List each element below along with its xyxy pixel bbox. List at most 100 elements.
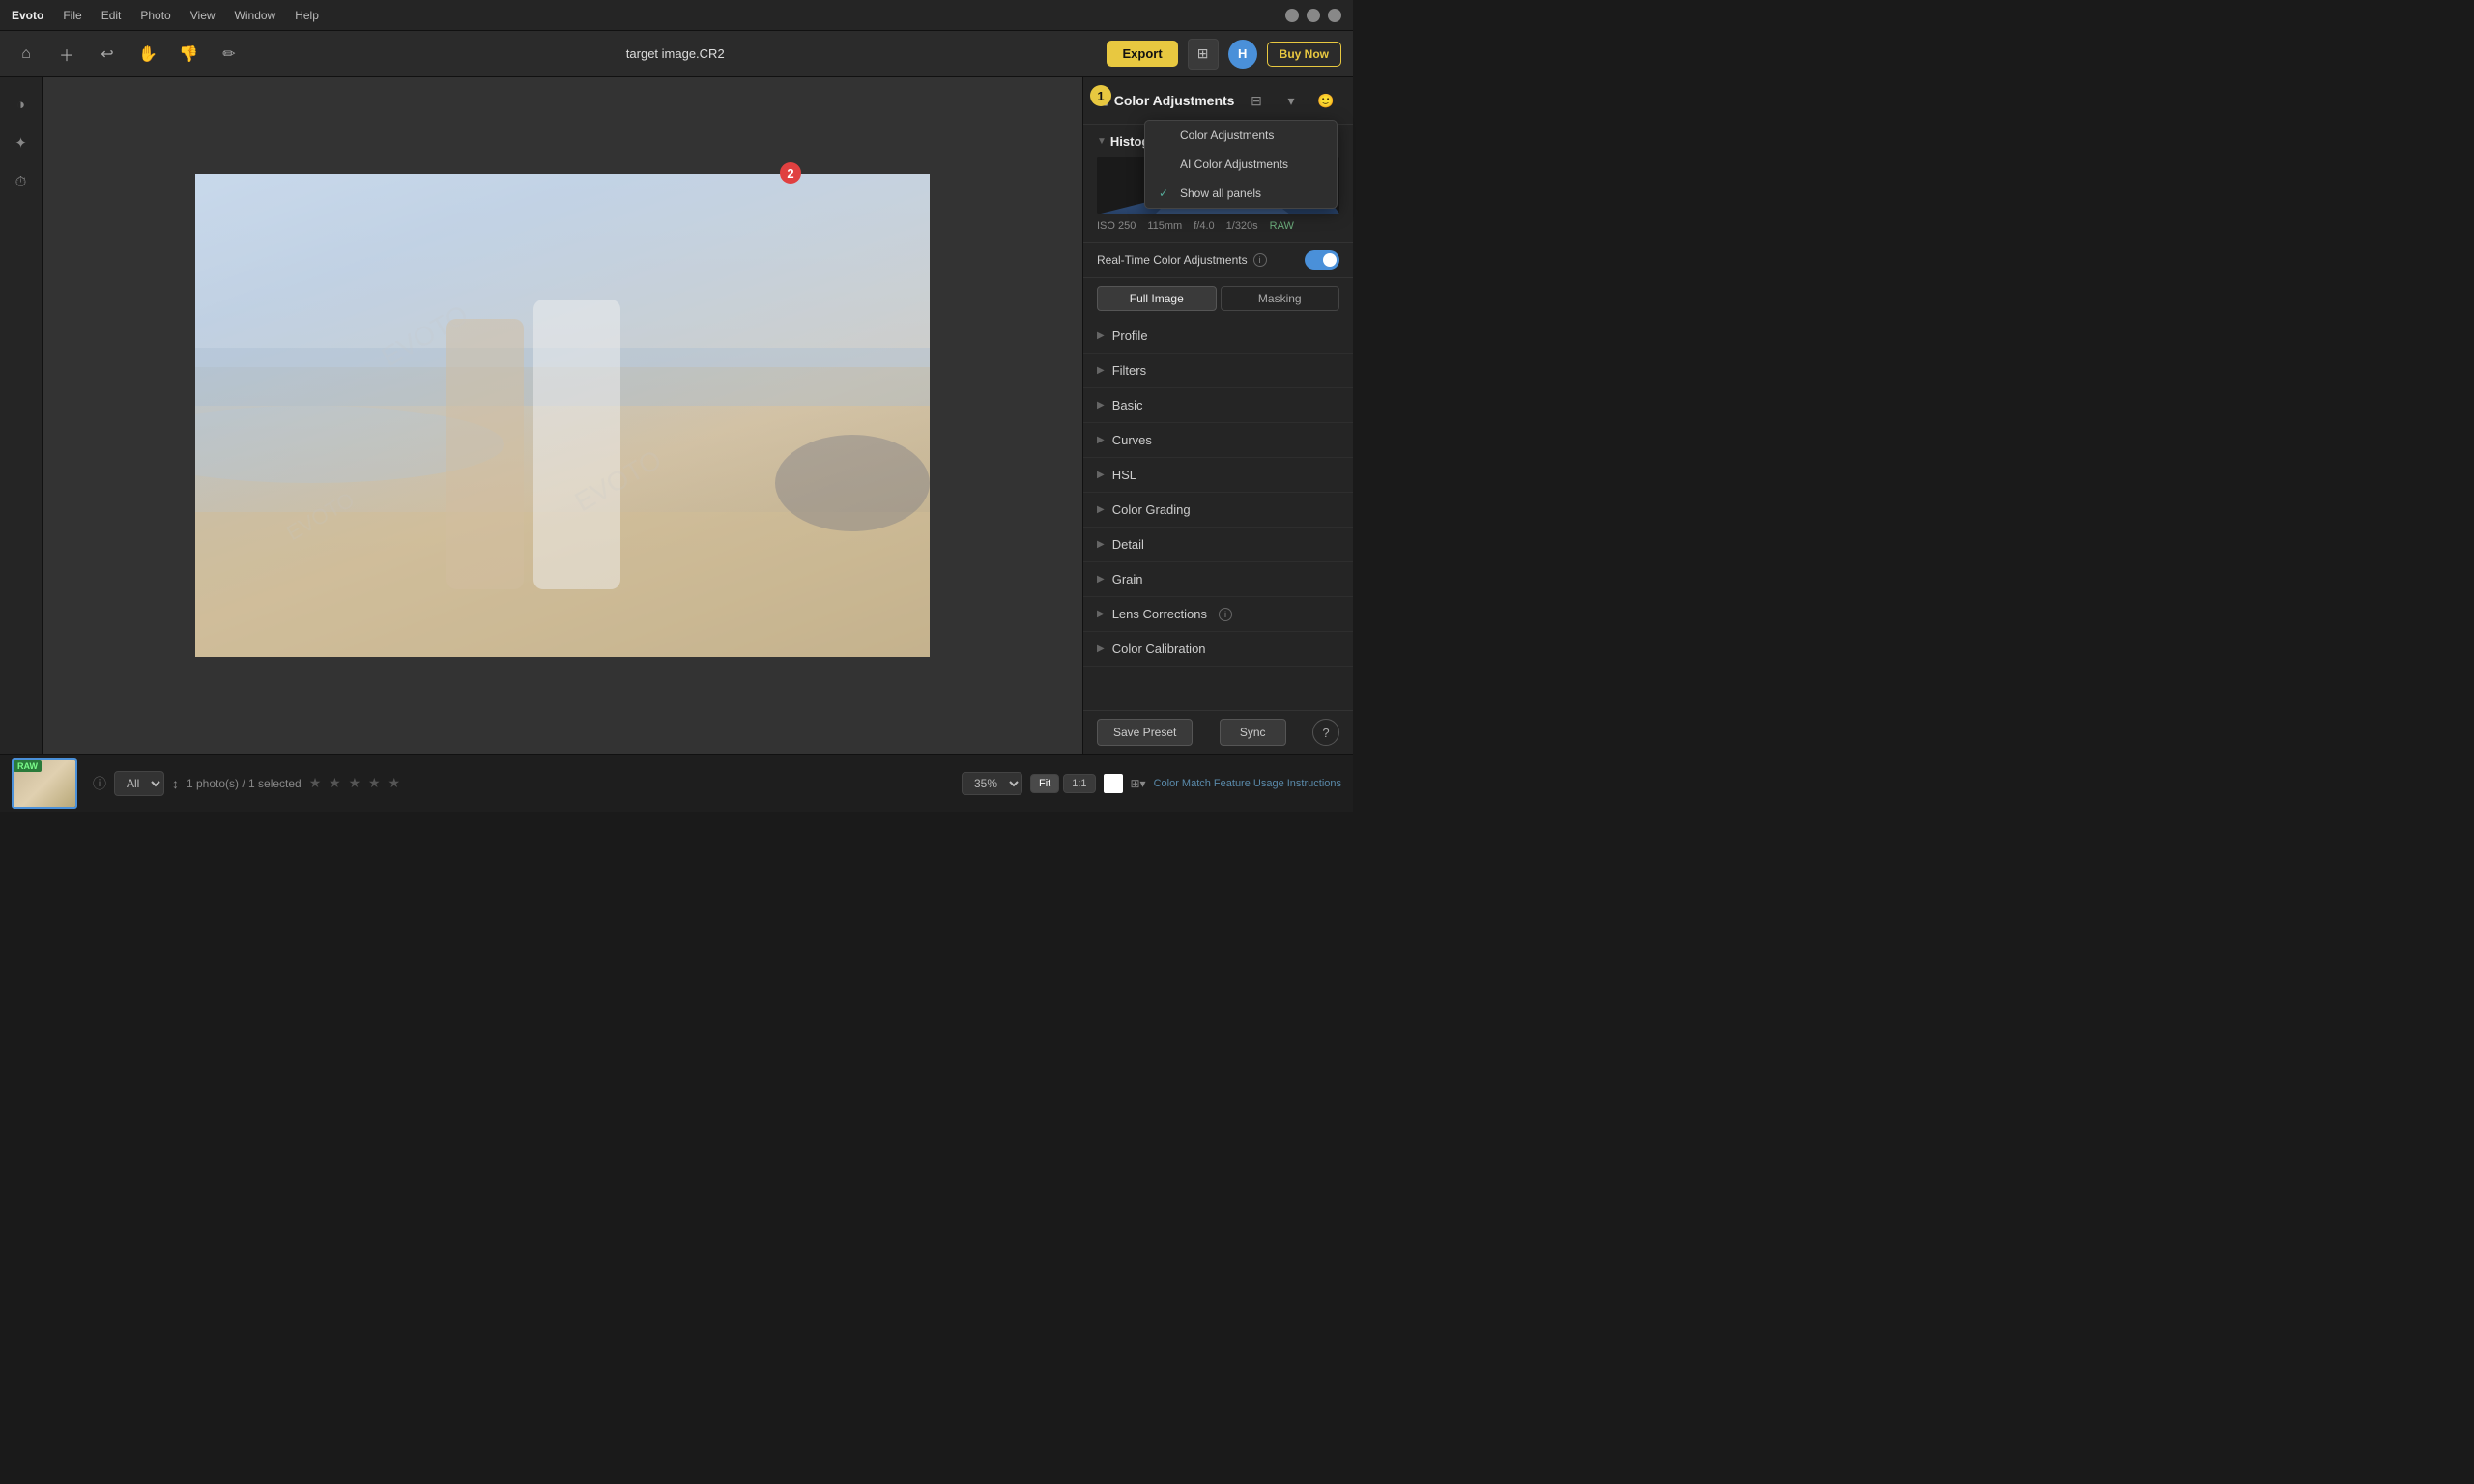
panel-title-text: Color Adjustments (1114, 93, 1235, 108)
menu-help[interactable]: Help (295, 9, 319, 22)
file-name-label: target image.CR2 (626, 46, 725, 61)
accordion-header-filters[interactable]: ▶ Filters (1083, 354, 1353, 387)
hand-icon[interactable]: ✋ (133, 40, 162, 69)
right-panel-header: ⊞ Color Adjustments ⊟ ▾ 🙂 (1083, 77, 1353, 125)
dropdown-label-3: Show all panels (1180, 186, 1261, 200)
sidebar-history-icon[interactable]: ⏱ (4, 164, 39, 199)
bottom-link-area: Color Match Feature Usage Instructions (1154, 778, 1341, 789)
star-rating[interactable]: ★ ★ ★ ★ ★ (309, 775, 402, 791)
menu-photo[interactable]: Photo (140, 9, 170, 22)
tab-full-image[interactable]: Full Image (1097, 286, 1217, 311)
accordion-header-lens[interactable]: ▶ Lens Corrections i (1083, 597, 1353, 631)
minimize-button[interactable] (1285, 9, 1299, 22)
accordion-header-detail[interactable]: ▶ Detail (1083, 528, 1353, 561)
menu-edit[interactable]: Edit (101, 9, 122, 22)
raw-badge: RAW (14, 760, 42, 772)
menu-view[interactable]: View (190, 9, 216, 22)
main-content: ◑ ✦ ⏱ EVOTO (0, 77, 1353, 754)
menu-window[interactable]: Window (235, 9, 276, 22)
zoom-select[interactable]: 35% (962, 772, 1022, 795)
display-options: ⊞▾ (1131, 777, 1146, 790)
accordion-basic: ▶ Basic (1083, 388, 1353, 423)
display-icon[interactable]: ⊞▾ (1131, 777, 1146, 790)
home-icon[interactable]: ⌂ (12, 40, 41, 69)
rating-icon[interactable]: 👎 (174, 40, 203, 69)
panel-face-icon[interactable]: 🙂 (1312, 87, 1339, 114)
avatar[interactable]: H (1228, 40, 1257, 69)
sidebar-adjust-icon[interactable]: ✦ (4, 126, 39, 160)
close-button[interactable] (1328, 9, 1341, 22)
save-preset-button[interactable]: Save Preset (1097, 719, 1193, 746)
format-value: RAW (1270, 220, 1294, 232)
dropdown-ai-color-adjustments[interactable]: AI Color Adjustments (1145, 150, 1337, 179)
main-photo: EVOTO EVOTO EVOTO (195, 174, 930, 657)
accordion-filters: ▶ Filters (1083, 354, 1353, 388)
dropdown-color-adjustments[interactable]: Color Adjustments (1145, 121, 1337, 150)
accordion-detail: ▶ Detail (1083, 528, 1353, 562)
panel-toggle-icon[interactable]: ⊞ (1188, 39, 1219, 70)
panel-chevron-icon[interactable]: ▾ (1278, 87, 1305, 114)
check-icon-3: ✓ (1159, 186, 1172, 200)
chevron-curves: ▶ (1097, 435, 1105, 445)
filter-dropdown[interactable]: All (114, 771, 164, 796)
accordion-profile: ▶ Profile (1083, 319, 1353, 354)
panel-layout-icon[interactable]: ⊟ (1243, 87, 1270, 114)
help-button[interactable]: ? (1312, 719, 1339, 746)
chevron-lens: ▶ (1097, 609, 1105, 619)
realtime-info-icon[interactable]: i (1253, 253, 1267, 267)
photo-svg: EVOTO EVOTO EVOTO (195, 174, 930, 657)
accordion-list: ▶ Profile ▶ Filters ▶ Basic ▶ Curv (1083, 319, 1353, 710)
detail-label: Detail (1112, 537, 1144, 552)
sync-button[interactable]: Sync (1220, 719, 1286, 746)
chevron-color-calibration: ▶ (1097, 643, 1105, 654)
bg-color-swatch[interactable] (1104, 774, 1123, 793)
sort-icon[interactable]: ↕ (172, 776, 179, 791)
maximize-button[interactable] (1307, 9, 1320, 22)
realtime-toggle[interactable] (1305, 250, 1339, 270)
color-match-link[interactable]: Color Match Feature Usage Instructions (1154, 778, 1341, 789)
brush-icon[interactable]: ✏ (215, 40, 244, 69)
window-controls (1285, 9, 1341, 22)
export-button[interactable]: Export (1107, 41, 1177, 67)
buynow-button[interactable]: Buy Now (1267, 42, 1341, 67)
accordion-header-profile[interactable]: ▶ Profile (1083, 319, 1353, 353)
accordion-header-curves[interactable]: ▶ Curves (1083, 423, 1353, 457)
panel-dropdown-menu: Color Adjustments AI Color Adjustments ✓… (1144, 120, 1338, 209)
view-tabs: Full Image Masking (1097, 286, 1339, 311)
main-toolbar: ⌂ ＋ ↩ ✋ 👎 ✏ target image.CR2 Export ⊞ H … (0, 31, 1353, 77)
add-icon[interactable]: ＋ (52, 40, 81, 69)
sidebar-looks-icon[interactable]: ◑ (4, 87, 39, 122)
dropdown-show-all-panels[interactable]: ✓ Show all panels (1145, 179, 1337, 208)
histogram-chevron[interactable]: ▼ (1097, 136, 1107, 147)
photo-info-row: ISO 250 115mm f/4.0 1/320s RAW (1097, 220, 1339, 232)
one-to-one-button[interactable]: 1:1 (1063, 774, 1095, 793)
focal-value: 115mm (1147, 220, 1182, 232)
accordion-color-grading: ▶ Color Grading (1083, 493, 1353, 528)
grain-label: Grain (1112, 572, 1143, 586)
undo-icon[interactable]: ↩ (93, 40, 122, 69)
left-sidebar: ◑ ✦ ⏱ (0, 77, 43, 754)
accordion-header-basic[interactable]: ▶ Basic (1083, 388, 1353, 422)
shutter-value: 1/320s (1226, 220, 1258, 232)
realtime-label: Real-Time Color Adjustments (1097, 253, 1248, 267)
accordion-header-hsl[interactable]: ▶ HSL (1083, 458, 1353, 492)
accordion-grain: ▶ Grain (1083, 562, 1353, 597)
accordion-header-color-calibration[interactable]: ▶ Color Calibration (1083, 632, 1353, 666)
lens-info-icon[interactable]: i (1219, 608, 1232, 621)
chevron-basic: ▶ (1097, 400, 1105, 411)
chevron-detail: ▶ (1097, 539, 1105, 550)
tab-masking[interactable]: Masking (1221, 286, 1340, 311)
dropdown-label-1: Color Adjustments (1180, 128, 1274, 142)
app-name[interactable]: Evoto (12, 9, 43, 22)
chevron-filters: ▶ (1097, 365, 1105, 376)
info-icon-bottom[interactable]: ⓘ (93, 774, 106, 793)
hsl-label: HSL (1112, 468, 1136, 482)
fit-button[interactable]: Fit (1030, 774, 1059, 793)
iso-value: ISO 250 (1097, 220, 1136, 232)
aperture-value: f/4.0 (1194, 220, 1214, 232)
right-panel-title-row: ⊞ Color Adjustments (1097, 93, 1234, 109)
accordion-header-grain[interactable]: ▶ Grain (1083, 562, 1353, 596)
accordion-header-color-grading[interactable]: ▶ Color Grading (1083, 493, 1353, 527)
menu-file[interactable]: File (63, 9, 81, 22)
accordion-hsl: ▶ HSL (1083, 458, 1353, 493)
